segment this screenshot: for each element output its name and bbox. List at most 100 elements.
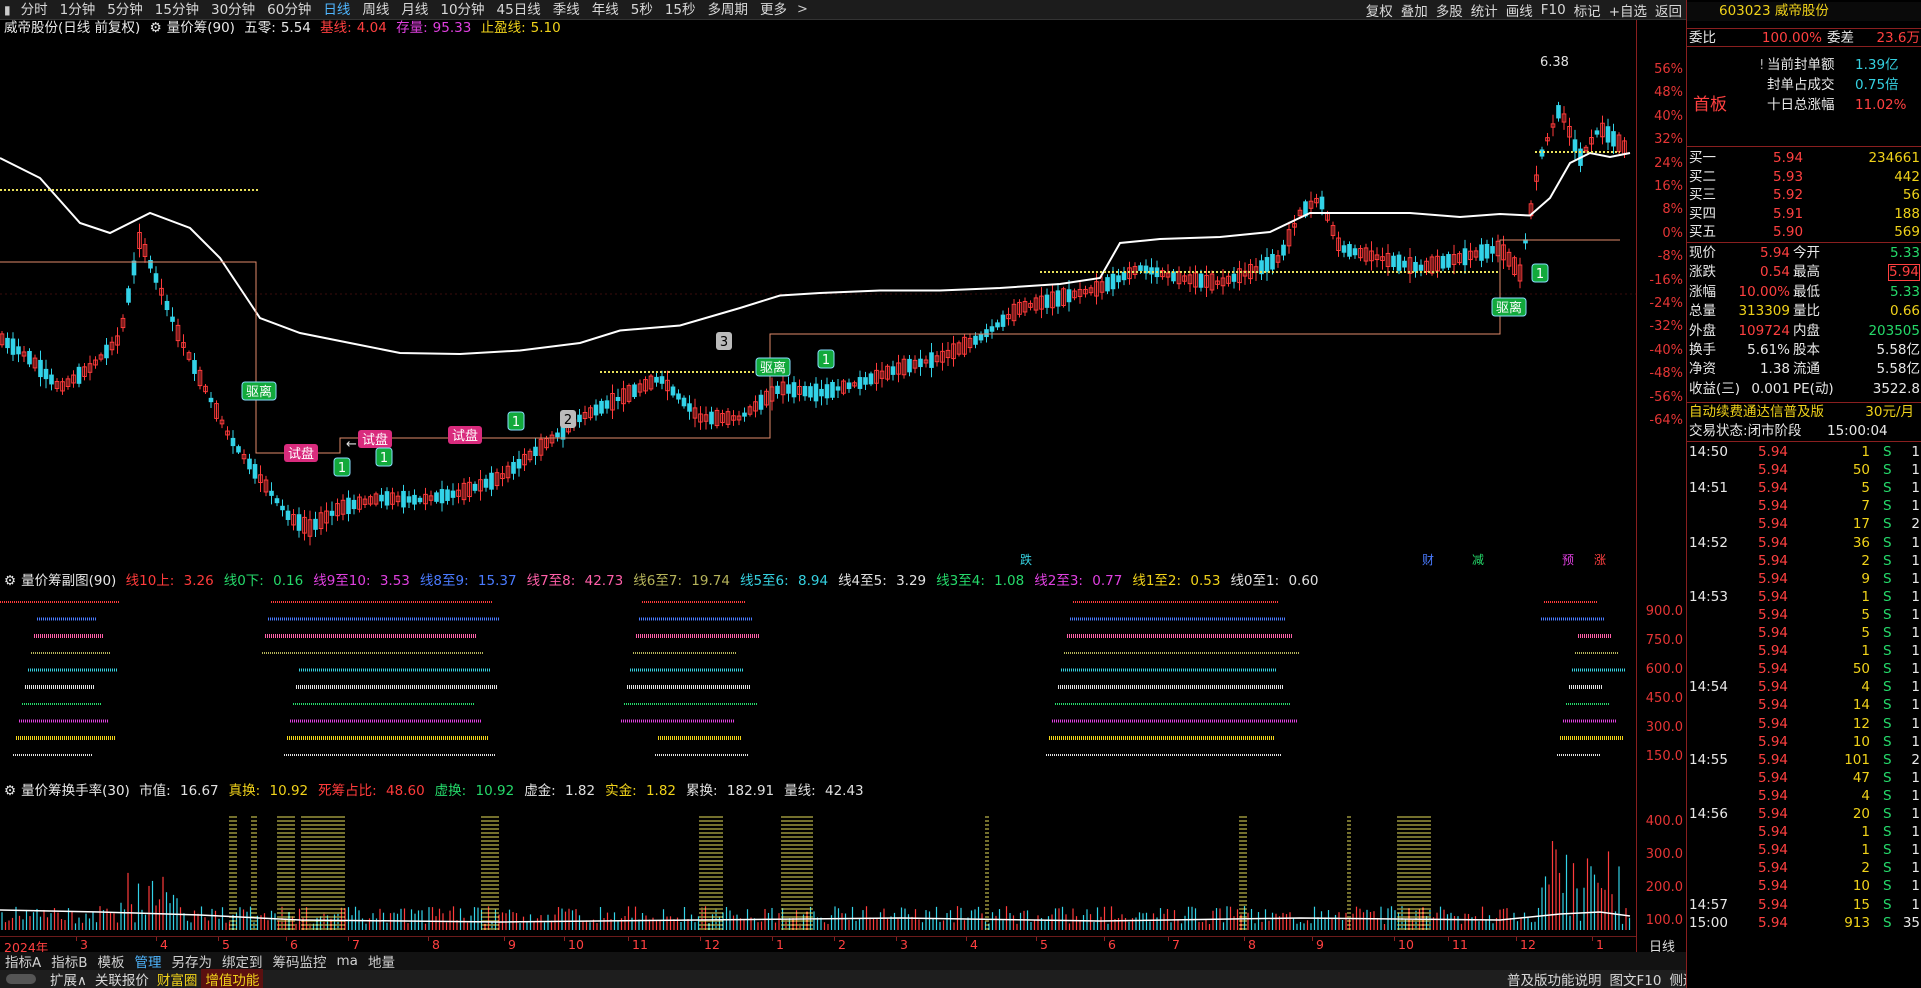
subchart1-chart[interactable] <box>0 590 1636 782</box>
subchart2-name[interactable]: 量价筹换手率(30) <box>21 783 130 799</box>
period-item-4[interactable]: 30分钟 <box>205 0 261 19</box>
tick-row: 5.94 9 S 1 <box>1687 570 1921 588</box>
tick-count: 1 <box>1911 480 1920 497</box>
toolbar-right-item-3[interactable]: 统计 <box>1467 0 1502 19</box>
indicator-toolbar-item-2[interactable]: 模板 <box>93 951 130 971</box>
bid-row[interactable]: 买二 5.93 442 <box>1687 168 1921 187</box>
subchart2-chart[interactable] <box>0 800 1636 936</box>
period-item-1[interactable]: 1分钟 <box>54 0 102 19</box>
candle-body <box>555 432 560 438</box>
indicator-toolbar-item-1[interactable]: 指标B <box>46 951 92 971</box>
bid-row[interactable]: 买三 5.92 56 <box>1687 186 1921 205</box>
promo-price[interactable]: 30元/月 <box>1865 403 1914 422</box>
period-item-8[interactable]: 月线 <box>395 0 434 19</box>
candle-body <box>742 412 747 417</box>
period-item-3[interactable]: 15分钟 <box>149 0 205 19</box>
seal-value: 11.02% <box>1855 97 1907 113</box>
bid-row[interactable]: 买四 5.91 188 <box>1687 205 1921 224</box>
indicator-gear-icon[interactable]: ⚙ <box>150 20 162 36</box>
period-item-9[interactable]: 10分钟 <box>434 0 490 19</box>
tick-count: 1 <box>1911 570 1920 587</box>
candle-body <box>445 489 450 501</box>
toolbar-right-item-1[interactable]: 叠加 <box>1397 0 1432 19</box>
indicator-name[interactable]: 量价筹(90) <box>167 20 235 36</box>
indicator-toolbar-item-3[interactable]: 管理 <box>130 951 167 971</box>
promo-text[interactable]: 自动续费通达信普及版 <box>1689 404 1824 420</box>
bid-label: 买二 <box>1689 168 1716 185</box>
menu-icon[interactable]: ▮ <box>0 3 15 17</box>
status-right-item-1[interactable]: 图文F10 <box>1606 969 1666 988</box>
seal-label: 当前封单额 <box>1767 57 1835 73</box>
period-item-6[interactable]: 日线 <box>317 0 356 19</box>
status-left-item-1[interactable]: 关联报价 <box>91 969 153 988</box>
period-item-16[interactable]: 更多 <box>754 0 793 19</box>
candle-body <box>274 498 280 504</box>
more-arrow-icon[interactable]: > <box>793 2 812 17</box>
indicator-toolbar-item-7[interactable]: ma <box>332 953 363 969</box>
period-item-10[interactable]: 45日线 <box>491 0 547 19</box>
x-axis-tick <box>218 937 219 941</box>
tick-vol: 1 <box>1861 588 1870 605</box>
candle-body <box>1413 261 1418 272</box>
main-y-tick: -56% <box>1649 389 1683 405</box>
toolbar-right-item-2[interactable]: 多股 <box>1432 0 1467 19</box>
period-item-0[interactable]: 分时 <box>15 0 54 19</box>
period-item-5[interactable]: 60分钟 <box>261 0 317 19</box>
info-icon[interactable]: ! <box>1759 56 1764 75</box>
status-left-item-2[interactable]: 财富圈 <box>153 969 202 988</box>
toolbar-right-item-7[interactable]: +自选 <box>1605 0 1651 19</box>
candle-body <box>1484 243 1490 259</box>
indicator-toolbar-item-5[interactable]: 绑定到 <box>217 951 268 971</box>
toolbar-right-item-4[interactable]: 画线 <box>1502 0 1537 19</box>
cunliang-label: 存量: <box>396 20 428 36</box>
toolbar-right-item-0[interactable]: 复权 <box>1362 0 1397 19</box>
status-left-item-3[interactable]: 增值功能 <box>201 969 264 988</box>
candle-body <box>1490 246 1495 254</box>
period-item-15[interactable]: 多周期 <box>702 0 755 19</box>
trade-time: 15:00:04 <box>1827 423 1888 439</box>
tick-row: 5.94 2 S 1 <box>1687 859 1921 877</box>
main-price-chart[interactable]: 6.38← 1.53驱离试盘1试盘1试盘123驱离11驱离跌财减预涨 <box>0 38 1636 570</box>
period-label[interactable]: 日线 <box>1638 936 1686 955</box>
promo-banner[interactable]: 自动续费通达信普及版 30元/月 <box>1687 403 1921 422</box>
candle-body <box>1319 196 1325 210</box>
bid-row[interactable]: 买五 5.90 569 <box>1687 223 1921 242</box>
candle-body <box>1594 130 1600 135</box>
subchart1-name[interactable]: 量价筹副图(90) <box>21 573 116 589</box>
tick-side: S <box>1883 715 1892 732</box>
sub_chart1-value-4: 42.73 <box>580 573 624 589</box>
sub_chart1-item-2: 线9至10: 3.53 <box>313 573 415 589</box>
jixian-value: 4.04 <box>356 20 387 36</box>
tick-count: 1 <box>1911 896 1920 913</box>
candle-body <box>230 437 236 447</box>
candle-body <box>10 338 16 355</box>
period-item-7[interactable]: 周线 <box>356 0 395 19</box>
tick-side: S <box>1883 860 1892 877</box>
bid-vol: 442 <box>1894 168 1920 185</box>
indicator-gear-icon[interactable]: ⚙ <box>4 573 16 589</box>
bid-row[interactable]: 买一 5.94 234661 <box>1687 149 1921 168</box>
seal-row: 十日总涨幅 11.02% <box>1687 96 1921 115</box>
indicator-toolbar-item-0[interactable]: 指标A <box>0 951 46 971</box>
period-item-14[interactable]: 15秒 <box>659 0 702 19</box>
indicator-toolbar-item-4[interactable]: 另存为 <box>167 951 218 971</box>
indicator-toolbar-item-8[interactable]: 地量 <box>363 951 400 971</box>
toggle-icon[interactable] <box>6 974 36 984</box>
period-item-12[interactable]: 年线 <box>586 0 625 19</box>
tick-price: 5.94 <box>1757 769 1788 786</box>
period-item-13[interactable]: 5秒 <box>625 0 659 19</box>
status-right-item-0[interactable]: 普及版功能说明 <box>1503 969 1606 988</box>
tick-time: 15:00 <box>1689 914 1728 931</box>
period-item-2[interactable]: 5分钟 <box>101 0 149 19</box>
toolbar-right-item-5[interactable]: F10 <box>1537 2 1570 18</box>
period-item-11[interactable]: 季线 <box>547 0 586 19</box>
indicator-gear-icon[interactable]: ⚙ <box>4 783 16 799</box>
sub_chart2-item-0: 市值: 16.67 <box>139 783 224 799</box>
toolbar-right-item-8[interactable]: 返回 <box>1651 0 1686 19</box>
indicator-toolbar-item-6[interactable]: 筹码监控 <box>268 951 332 971</box>
tick-count: 1 <box>1911 444 1920 460</box>
toolbar-right-item-6[interactable]: 标记 <box>1570 0 1605 19</box>
tick-side: S <box>1883 606 1892 623</box>
status-left-item-0[interactable]: 扩展∧ <box>46 969 91 988</box>
tick-row: 5.94 4 S 1 <box>1687 787 1921 805</box>
